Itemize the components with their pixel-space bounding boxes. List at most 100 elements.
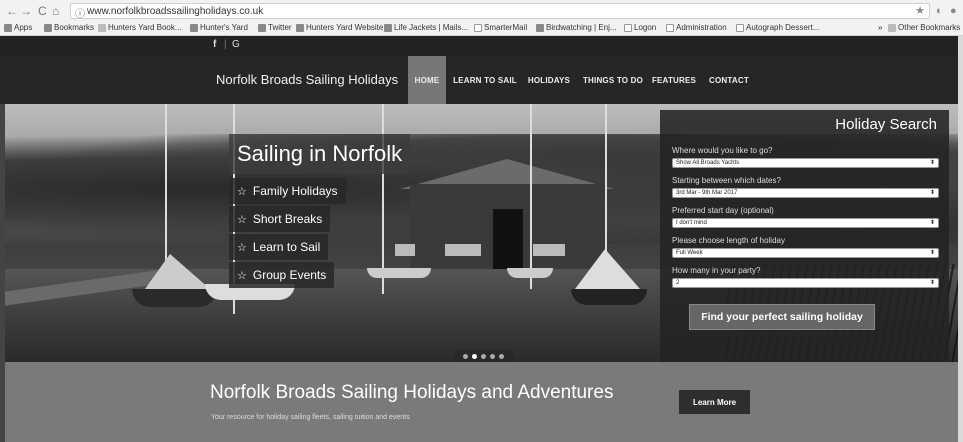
dates-select[interactable]: 3rd Mar - 9th Mar 2017 ⬍ [672,188,939,198]
length-label: Please choose length of holiday [672,236,785,245]
page-scrollbar[interactable] [958,36,963,442]
bookmark-twitter[interactable]: Twitter [258,23,292,32]
holiday-search-panel: Holiday Search Where would you like to g… [660,110,949,366]
nav-contact[interactable]: CONTACT [706,56,752,104]
back-button[interactable]: ← [6,4,18,18]
google-plus-icon[interactable]: G [232,39,240,50]
slider-dot[interactable] [498,353,504,359]
site-icon [536,23,544,32]
length-select[interactable]: Full Week ⬍ [672,248,939,258]
boathouse-door [493,209,523,269]
nav-home[interactable]: HOME [408,56,446,104]
boat-hull [367,268,431,278]
hero-link-group-events[interactable]: ☆ Group Events [229,262,335,288]
website: f | G Norfolk Broads Sailing Holidays HO… [0,36,963,442]
menu-icon[interactable]: ● [950,5,957,17]
bookmarks-bar: Apps Bookmarks Hunters Yard Book... Hunt… [0,22,963,35]
browser-chrome: ← → C ⌂ ⓘ www.norfolkbroadssailingholida… [0,0,963,36]
hero-link-family-holidays[interactable]: ☆ Family Holidays [229,178,346,204]
slider-dot[interactable] [480,353,486,359]
search-title: Holiday Search [835,116,937,133]
bookmark-hunters-yard[interactable]: Hunter's Yard [190,23,248,32]
address-bar[interactable]: ⓘ www.norfolkbroadssailingholidays.co.uk… [70,3,930,20]
nav-holidays[interactable]: HOLIDAYS [524,56,574,104]
page-icon [624,23,632,32]
forward-button[interactable]: → [20,4,32,18]
site-header: Norfolk Broads Sailing Holidays HOME LEA… [0,56,963,104]
bookmark-star-icon[interactable]: ★ [915,4,925,17]
info-icon[interactable]: ⓘ [75,5,85,20]
destination-label: Where would you like to go? [672,146,773,155]
select-arrow-icon: ⬍ [929,280,935,286]
site-brand[interactable]: Norfolk Broads Sailing Holidays [216,72,398,87]
star-icon [44,23,52,32]
hero-tagline: Sailing in Norfolk [229,134,411,174]
bookmark-logon[interactable]: Logon [624,23,656,32]
hero-link-short-breaks[interactable]: ☆ Short Breaks [229,206,331,232]
twitter-icon [258,23,266,32]
nav-things-to-do[interactable]: THINGS TO DO [580,56,646,104]
boathouse-window [445,244,481,256]
reload-button[interactable]: C [38,4,47,18]
address-row: ← → C ⌂ ⓘ www.norfolkbroadssailingholida… [0,2,963,20]
bookmark-hunters-yard-website[interactable]: Hunters Yard Website [296,23,383,32]
boat-hull [132,289,217,307]
destination-select[interactable]: Show All Broads Yachts ⬍ [672,158,939,168]
bookmark-administration[interactable]: Administration [666,23,727,32]
start-day-select[interactable]: I don't mind ⬍ [672,218,939,228]
boathouse-window [395,244,415,256]
select-arrow-icon: ⬍ [929,220,935,226]
bookmark-birdwatching[interactable]: Birdwatching | Enj... [536,23,617,32]
bookmarks-overflow[interactable]: » [878,23,882,32]
search-submit-button[interactable]: Find your perfect sailing holiday [689,304,875,330]
boathouse-window [533,244,565,256]
boat-mast [382,104,384,294]
flag-icon [296,23,304,32]
hero-link-learn-to-sail[interactable]: ☆ Learn to Sail [229,234,329,260]
dates-label: Starting between which dates? [672,176,781,185]
party-size-select[interactable]: 2 ⬍ [672,278,939,288]
page-icon [736,23,744,32]
slider-dot[interactable] [462,353,468,359]
party-size-label: How many in your party? [672,266,761,275]
site-icon [384,23,392,32]
star-outline-icon: ☆ [237,241,247,254]
url-text[interactable]: www.norfolkbroadssailingholidays.co.uk [87,6,263,17]
facebook-icon [190,23,198,32]
slider-dot[interactable] [489,353,495,359]
boat-hull [507,268,553,278]
extension-icon[interactable]: ◐ [936,5,943,17]
boat-sail [145,254,210,289]
apps-icon [4,23,12,32]
folder-icon [888,23,896,32]
bookmark-autograph-dessert[interactable]: Autograph Dessert... [736,23,819,32]
start-day-label: Preferred start day (optional) [672,206,774,215]
page-icon [666,23,674,32]
intro-heading: Norfolk Broads Sailing Holidays and Adve… [210,382,614,403]
folder-icon [98,23,106,32]
boat-hull [571,289,647,305]
nav-learn-to-sail[interactable]: LEARN TO SAIL [452,56,518,104]
bookmark-bookmarks[interactable]: Bookmarks [44,23,94,32]
star-outline-icon: ☆ [237,213,247,226]
learn-more-button[interactable]: Learn More [679,390,750,414]
bookmark-life-jackets[interactable]: Life Jackets | Mails... [384,23,468,32]
social-divider: | [224,39,227,50]
select-arrow-icon: ⬍ [929,250,935,256]
bookmark-hunters-yard-book[interactable]: Hunters Yard Book... [98,23,182,32]
nav-features[interactable]: FEATURES [652,56,696,104]
select-arrow-icon: ⬍ [929,190,935,196]
boat-sail [575,249,640,289]
slider-dot-active[interactable] [471,353,477,359]
select-arrow-icon: ⬍ [929,160,935,166]
star-outline-icon: ☆ [237,185,247,198]
bookmark-apps[interactable]: Apps [4,23,32,32]
slider-pagination [453,350,513,362]
other-bookmarks[interactable]: Other Bookmarks [888,23,960,32]
facebook-icon[interactable]: f [213,39,216,50]
page-icon [474,23,482,32]
intro-band: Norfolk Broads Sailing Holidays and Adve… [5,362,958,442]
home-button[interactable]: ⌂ [52,4,59,18]
boat-mast [530,104,532,289]
bookmark-smartermail[interactable]: SmarterMail [474,23,527,32]
